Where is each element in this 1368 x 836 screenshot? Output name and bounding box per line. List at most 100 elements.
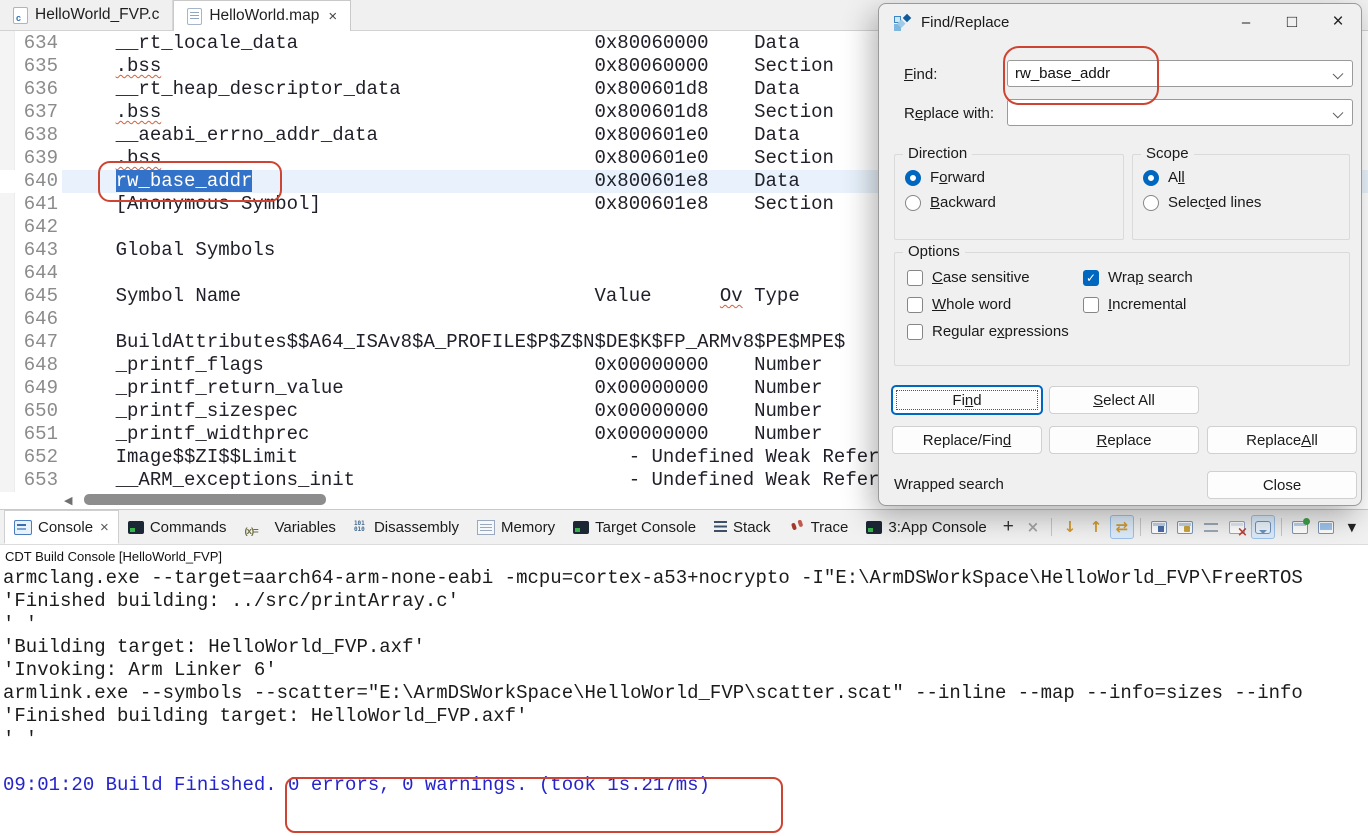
console-line: 'Finished building: ../src/printArray.c'	[3, 590, 1368, 613]
radio-selec-t-ed-lines[interactable]: Selected lines	[1143, 194, 1343, 211]
editor-line-text: __aeabi_errno_addr_data 0x800601e0 Data	[70, 124, 800, 146]
replace-find-button[interactable]: Replace/Find	[892, 426, 1042, 454]
toolbar-separator	[1051, 518, 1052, 536]
close-icon[interactable]: ×	[328, 9, 337, 24]
squiggle-text: .bss	[116, 101, 162, 123]
replace-label: Replace with:	[904, 105, 994, 122]
select-all-button[interactable]: Select All	[1049, 386, 1199, 414]
window-controls: – □ ×	[1223, 4, 1361, 40]
console-tab-disassembly[interactable]: Disassembly	[345, 510, 468, 544]
next-message-icon[interactable]: ↓	[1058, 515, 1082, 539]
editor-tab-helloworld-fvp-c[interactable]: HelloWorld_FVP.c	[0, 0, 173, 30]
line-number: 643	[16, 239, 58, 262]
radio-icon	[905, 195, 921, 211]
console-output[interactable]: armclang.exe --target=aarch64-arm-none-e…	[3, 567, 1368, 836]
variables-icon	[245, 521, 269, 534]
radio-a-ll[interactable]: All	[1143, 169, 1343, 186]
previous-message-icon[interactable]: ↑	[1084, 515, 1108, 539]
line-number: 638	[16, 124, 58, 147]
close-button[interactable]: Close	[1207, 471, 1357, 499]
radio-f-o-rward[interactable]: Forward	[905, 169, 1117, 186]
replace-field	[1007, 99, 1353, 126]
options-legend: Options	[903, 243, 965, 260]
word-wrap-icon[interactable]	[1199, 515, 1223, 539]
line-number: 637	[16, 101, 58, 124]
close-icon[interactable]: ×	[1315, 4, 1361, 40]
editor-line-text: _printf_return_value 0x00000000 Number	[70, 377, 823, 399]
console-tab-3-app-console[interactable]: 3:App Console	[857, 510, 995, 544]
editor-line-text: [Anonymous Symbol] 0x800601e8 Section	[70, 193, 834, 215]
checkbox-regular-e-x-pressions[interactable]: Regular expressions	[907, 323, 1083, 340]
radio-b-ackward[interactable]: Backward	[905, 194, 1117, 211]
console-menu-icon[interactable]: ▼	[1340, 515, 1364, 539]
line-number: 653	[16, 469, 58, 492]
c-file-icon	[13, 7, 28, 24]
replace-input[interactable]	[1008, 100, 1331, 125]
minimize-icon[interactable]: –	[1223, 4, 1269, 40]
checkbox-c-ase-sensitive[interactable]: Case sensitive	[907, 269, 1083, 286]
editor-tab-helloworld-map[interactable]: HelloWorld.map ×	[173, 0, 351, 31]
scope-options: All Selected lines	[1143, 169, 1343, 233]
console-line	[3, 751, 1368, 774]
dialog-title-bar[interactable]: Find/Replace – □ ×	[879, 4, 1361, 40]
direction-options: Forward Backward	[905, 169, 1117, 233]
tab-label: HelloWorld_FVP.c	[35, 6, 159, 24]
replace-dropdown-icon[interactable]	[1333, 108, 1344, 119]
console-line: armclang.exe --target=aarch64-arm-none-e…	[3, 567, 1368, 590]
console-line: 'Invoking: Arm Linker 6'	[3, 659, 1368, 682]
find-replace-dialog: Find/Replace – □ × Find: Replace with: D…	[878, 3, 1362, 506]
checkbox-icon	[1083, 270, 1099, 286]
show-selected-console-icon[interactable]	[1251, 515, 1275, 539]
radio-icon	[905, 170, 921, 186]
console-tab-commands[interactable]: Commands	[119, 510, 236, 544]
tab-label: Console	[38, 519, 93, 536]
close-icon[interactable]: ×	[100, 519, 109, 536]
editor-line-text: Symbol Name Value Ov Type	[70, 285, 800, 307]
find-input[interactable]	[1008, 61, 1331, 86]
console-tab-variables[interactable]: Variables	[236, 510, 345, 544]
console-tab-console[interactable]: Console ×	[4, 510, 119, 544]
console-line: 09:01:20 Build Finished. 0 errors, 0 war…	[3, 774, 1368, 797]
find-button[interactable]: Find	[892, 386, 1042, 414]
checkbox-w-hole-word[interactable]: Whole word	[907, 296, 1083, 313]
line-number: 648	[16, 354, 58, 377]
editor-line-text: _printf_widthprec 0x00000000 Number	[70, 423, 823, 445]
options-checkboxes: Case sensitiveWrap searchWhole wordIncre…	[907, 269, 1339, 357]
console-tab-stack[interactable]: Stack	[705, 510, 780, 544]
tab-label: Disassembly	[374, 519, 459, 536]
line-number: 650	[16, 400, 58, 423]
display-console-icon[interactable]	[1314, 515, 1338, 539]
tab-label: Target Console	[595, 519, 696, 536]
scrollbar-thumb[interactable]	[84, 494, 326, 505]
tab-label: Memory	[501, 519, 555, 536]
editor-line-text: __rt_locale_data 0x80060000 Data	[70, 32, 800, 54]
terminate-icon[interactable]: ×	[1021, 515, 1045, 539]
editor-line-text: Global Symbols	[70, 239, 275, 261]
radio-icon	[1143, 170, 1159, 186]
scroll-left-icon[interactable]: ◀	[64, 494, 72, 507]
console-toolbar: × ↓↑⇄ ▼	[1021, 515, 1368, 539]
console-tab-trace[interactable]: Trace	[780, 510, 858, 544]
tab-label: Variables	[275, 519, 336, 536]
clear-console-icon[interactable]	[1225, 515, 1249, 539]
direction-legend: Direction	[903, 145, 972, 162]
show-console-on-change-icon[interactable]: ⇄	[1110, 515, 1134, 539]
line-number: 651	[16, 423, 58, 446]
console-line: 'Building target: HelloWorld_FVP.axf'	[3, 636, 1368, 659]
editor-line-text: rw_base_addr 0x800601e8 Data	[70, 170, 800, 192]
new-console-tab-button[interactable]: +	[996, 516, 1021, 538]
console-tab-memory[interactable]: Memory	[468, 510, 564, 544]
console-tab-target-console[interactable]: Target Console	[564, 510, 705, 544]
checkbox-i-ncremental[interactable]: Incremental	[1083, 296, 1339, 313]
replace-button[interactable]: Replace	[1049, 426, 1199, 454]
squiggle-text: Ov	[720, 285, 743, 307]
replace-all-button[interactable]: Replace All	[1207, 426, 1357, 454]
stack-icon	[714, 521, 727, 534]
tab-label: HelloWorld.map	[209, 7, 319, 25]
scroll-lock-icon[interactable]	[1173, 515, 1197, 539]
pin-console-icon[interactable]	[1288, 515, 1312, 539]
save-console-icon[interactable]	[1147, 515, 1171, 539]
find-dropdown-icon[interactable]	[1333, 69, 1344, 80]
checkbox-wra-p-search[interactable]: Wrap search	[1083, 269, 1339, 286]
maximize-icon[interactable]: □	[1269, 4, 1315, 40]
